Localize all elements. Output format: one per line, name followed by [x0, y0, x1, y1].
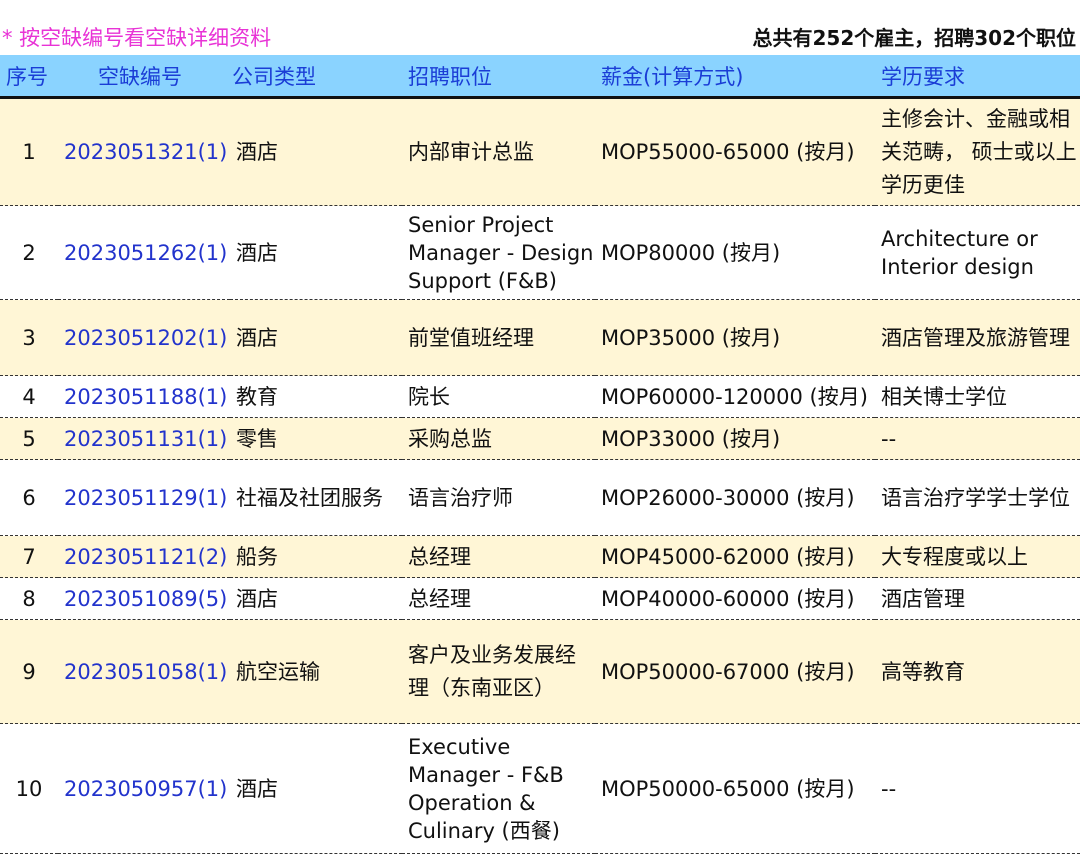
column-header-salary: 薪金(计算方式) [595, 55, 875, 99]
company-type: 社福及社团服务 [230, 459, 402, 536]
salary: MOP35000 (按月) [595, 299, 875, 376]
table-row: 4 2023051188(1) 教育 院长 MOP60000-120000 (按… [0, 375, 1080, 418]
education-requirement: 主修会计、金融或相关范畴， 硕士或以上学历更佳 [875, 97, 1080, 206]
vacancy-code-link[interactable]: 2023051202(1) [58, 299, 230, 376]
column-header-education: 学历要求 [875, 55, 1080, 99]
company-type: 酒店 [230, 205, 402, 300]
table-row: 6 2023051129(1) 社福及社团服务 语言治疗师 MOP26000-3… [0, 459, 1080, 536]
position-title: 客户及业务发展经理（东南亚区） [402, 619, 595, 724]
company-type: 酒店 [230, 723, 402, 854]
top-bar: * 按空缺编号看空缺详细资料 总共有252个雇主，招聘302个职位 [0, 0, 1080, 58]
salary: MOP45000-62000 (按月) [595, 535, 875, 578]
vacancy-code-link[interactable]: 2023051262(1) [58, 205, 230, 300]
table-row: 2 2023051262(1) 酒店 Senior Project Manage… [0, 205, 1080, 300]
row-index: 7 [0, 535, 58, 578]
company-type: 零售 [230, 417, 402, 460]
table-row: 3 2023051202(1) 酒店 前堂值班经理 MOP35000 (按月) … [0, 299, 1080, 376]
position-title: 院长 [402, 375, 595, 418]
salary: MOP33000 (按月) [595, 417, 875, 460]
column-header-vacancy-code: 空缺编号 [58, 55, 230, 99]
table-row: 1 2023051321(1) 酒店 内部审计总监 MOP55000-65000… [0, 97, 1080, 206]
row-index: 8 [0, 577, 58, 620]
row-index: 1 [0, 97, 58, 206]
vacancy-code-link[interactable]: 2023051129(1) [58, 459, 230, 536]
table-row: 10 2023050957(1) 酒店 Executive Manager - … [0, 723, 1080, 854]
education-requirement: 相关博士学位 [875, 375, 1080, 418]
position-title: 内部审计总监 [402, 97, 595, 206]
row-index: 6 [0, 459, 58, 536]
salary: MOP60000-120000 (按月) [595, 375, 875, 418]
education-requirement: Architecture or Interior design [875, 205, 1080, 300]
summary-count: 总共有252个雇主，招聘302个职位 [752, 26, 1077, 50]
position-title: 总经理 [402, 535, 595, 578]
vacancy-code-link[interactable]: 2023051321(1) [58, 97, 230, 206]
salary: MOP80000 (按月) [595, 205, 875, 300]
education-requirement: 高等教育 [875, 619, 1080, 724]
vacancy-code-link[interactable]: 2023051089(5) [58, 577, 230, 620]
salary: MOP40000-60000 (按月) [595, 577, 875, 620]
company-type: 酒店 [230, 299, 402, 376]
table-row: 8 2023051089(5) 酒店 总经理 MOP40000-60000 (按… [0, 577, 1080, 620]
salary: MOP50000-67000 (按月) [595, 619, 875, 724]
column-header-index: 序号 [0, 55, 58, 99]
company-type: 教育 [230, 375, 402, 418]
row-index: 4 [0, 375, 58, 418]
position-title: 总经理 [402, 577, 595, 620]
column-header-position: 招聘职位 [402, 55, 595, 99]
detail-hint: * 按空缺编号看空缺详细资料 [2, 26, 272, 50]
table-row: 7 2023051121(2) 船务 总经理 MOP45000-62000 (按… [0, 535, 1080, 578]
education-requirement: 酒店管理 [875, 577, 1080, 620]
company-type: 船务 [230, 535, 402, 578]
salary: MOP26000-30000 (按月) [595, 459, 875, 536]
position-title: 前堂值班经理 [402, 299, 595, 376]
table-row: 9 2023051058(1) 航空运输 客户及业务发展经理（东南亚区） MOP… [0, 619, 1080, 724]
row-index: 10 [0, 723, 58, 854]
row-index: 3 [0, 299, 58, 376]
education-requirement: 大专程度或以上 [875, 535, 1080, 578]
position-title: 采购总监 [402, 417, 595, 460]
vacancy-table: 序号 空缺编号 公司类型 招聘职位 薪金(计算方式) 学历要求 1 202305… [0, 55, 1080, 854]
vacancy-code-link[interactable]: 2023051058(1) [58, 619, 230, 724]
position-title: Senior Project Manager - Design Support … [402, 205, 595, 300]
table-header-row: 序号 空缺编号 公司类型 招聘职位 薪金(计算方式) 学历要求 [0, 55, 1080, 99]
company-type: 航空运输 [230, 619, 402, 724]
column-header-company-type: 公司类型 [230, 55, 402, 99]
salary: MOP55000-65000 (按月) [595, 97, 875, 206]
position-title: Executive Manager - F&B Operation & Culi… [402, 723, 595, 854]
row-index: 9 [0, 619, 58, 724]
company-type: 酒店 [230, 577, 402, 620]
education-requirement: 语言治疗学学士学位 [875, 459, 1080, 536]
position-title: 语言治疗师 [402, 459, 595, 536]
table-row: 5 2023051131(1) 零售 采购总监 MOP33000 (按月) -- [0, 417, 1080, 460]
vacancy-code-link[interactable]: 2023051131(1) [58, 417, 230, 460]
vacancy-code-link[interactable]: 2023051188(1) [58, 375, 230, 418]
vacancy-code-link[interactable]: 2023051121(2) [58, 535, 230, 578]
vacancy-code-link[interactable]: 2023050957(1) [58, 723, 230, 854]
company-type: 酒店 [230, 97, 402, 206]
education-requirement: -- [875, 417, 1080, 460]
salary: MOP50000-65000 (按月) [595, 723, 875, 854]
education-requirement: -- [875, 723, 1080, 854]
education-requirement: 酒店管理及旅游管理 [875, 299, 1080, 376]
row-index: 5 [0, 417, 58, 460]
row-index: 2 [0, 205, 58, 300]
